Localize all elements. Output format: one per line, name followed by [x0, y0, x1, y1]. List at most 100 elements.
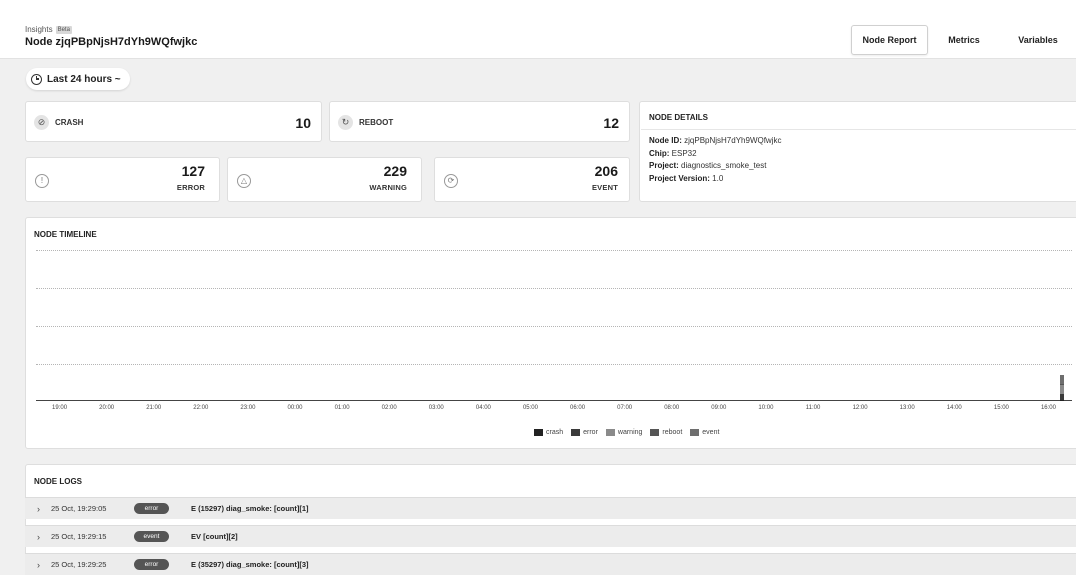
clock-icon: [31, 73, 42, 85]
node-logs-heading: NODE LOGS: [34, 477, 83, 486]
grid-line: [36, 250, 1072, 251]
time-range-label: Last 24 hours ~: [47, 73, 121, 85]
detail-chip: Chip: ESP32: [649, 149, 697, 158]
log-message: E (15297) diag_smoke: [count][1]: [191, 504, 309, 513]
x-tick-label: 11:00: [805, 405, 821, 411]
grid-line: [36, 364, 1072, 365]
x-tick-label: 12:00: [852, 405, 868, 411]
warning-card: △ 229 WARNING: [227, 157, 422, 202]
x-tick-label: 04:00: [475, 405, 491, 411]
event-icon: ⟳: [444, 174, 458, 188]
crash-count: 10: [295, 115, 311, 131]
reboot-icon: ↻: [338, 115, 353, 130]
warning-icon: △: [237, 174, 251, 188]
reboot-card: ↻ REBOOT 12: [329, 101, 630, 142]
crash-card: ⊘ CRASH 10: [25, 101, 322, 142]
x-tick-label: 22:00: [193, 405, 209, 411]
bar-reboot[interactable]: [1060, 383, 1064, 385]
reboot-count: 12: [603, 115, 619, 131]
bar-warning[interactable]: [1060, 384, 1064, 395]
legend-item-warning[interactable]: warning: [605, 429, 643, 436]
x-tick-label: 08:00: [664, 405, 680, 411]
x-axis: [36, 400, 1072, 401]
x-tick-label: 10:00: [758, 405, 774, 411]
node-details-heading: NODE DETAILS: [649, 113, 708, 122]
event-card: ⟳ 206 EVENT: [434, 157, 630, 202]
crash-label: CRASH: [55, 118, 84, 127]
x-tick-label: 20:00: [99, 405, 115, 411]
x-tick-label: 16:00: [1040, 405, 1056, 411]
error-icon: !: [35, 174, 49, 188]
tab-variables[interactable]: Variables: [1000, 25, 1076, 55]
chevron-right-icon[interactable]: ›: [37, 532, 45, 542]
chevron-right-icon[interactable]: ›: [37, 504, 45, 514]
page-title: Node zjqPBpNjsH7dYh9WQfwjkc: [25, 36, 198, 48]
event-label: EVENT: [591, 183, 618, 192]
warning-label: WARNING: [369, 183, 407, 192]
detail-node-id: Node ID: zjqPBpNjsH7dYh9WQfwjkc: [649, 136, 782, 145]
legend-label: error: [583, 429, 598, 436]
legend-label: reboot: [662, 429, 683, 436]
log-row[interactable]: › 25 Oct, 19:29:15 event EV [count][2]: [25, 525, 1076, 547]
beta-badge: Beta: [55, 25, 72, 34]
x-tick-label: 21:00: [146, 405, 162, 411]
log-timestamp: 25 Oct, 19:29:25: [51, 560, 107, 569]
bar-event[interactable]: [1060, 374, 1064, 384]
log-timestamp: 25 Oct, 19:29:15: [51, 532, 107, 541]
legend-swatch: [690, 429, 700, 436]
log-timestamp: 25 Oct, 19:29:05: [51, 504, 107, 513]
detail-value: diagnostics_smoke_test: [681, 161, 767, 170]
detail-value: ESP32: [671, 149, 697, 158]
x-tick-label: 00:00: [287, 405, 303, 411]
tab-node-report[interactable]: Node Report: [851, 25, 928, 55]
detail-key: Project Version:: [649, 174, 710, 183]
x-tick-label: 06:00: [570, 405, 586, 411]
legend-swatch: [650, 429, 660, 436]
event-count: 206: [594, 163, 618, 179]
x-tick-label: 02:00: [381, 405, 397, 411]
grid-line: [36, 288, 1072, 289]
time-range-dropdown[interactable]: Last 24 hours ~: [26, 68, 130, 90]
error-label: ERROR: [176, 183, 205, 192]
x-tick-label: 15:00: [993, 405, 1009, 411]
legend-label: warning: [617, 429, 643, 436]
legend-item-reboot[interactable]: reboot: [650, 429, 682, 436]
tab-metrics[interactable]: Metrics: [928, 25, 1000, 55]
page-header: Insights Beta Node zjqPBpNjsH7dYh9WQfwjk…: [0, 0, 1076, 59]
legend-swatch: [605, 429, 615, 436]
log-row[interactable]: › 25 Oct, 19:29:05 error E (15297) diag_…: [25, 497, 1076, 519]
log-message: EV [count][2]: [191, 532, 238, 541]
log-message: E (35297) diag_smoke: [count][3]: [191, 560, 309, 569]
detail-value: zjqPBpNjsH7dYh9WQfwjkc: [684, 136, 782, 145]
grid-line: [36, 326, 1072, 327]
x-tick-label: 07:00: [617, 405, 633, 411]
legend-item-crash[interactable]: crash: [534, 429, 563, 436]
x-tick-label: 09:00: [711, 405, 727, 411]
log-level-badge: event: [134, 531, 169, 542]
bar-error[interactable]: [1060, 394, 1064, 400]
node-timeline-heading: NODE TIMELINE: [34, 230, 97, 239]
x-tick-label: 19:00: [52, 405, 68, 411]
error-count: 127: [181, 163, 205, 179]
breadcrumb: Insights Beta: [25, 25, 72, 34]
tab-bar: Node Report Metrics Variables: [851, 25, 1076, 55]
log-level-badge: error: [134, 559, 169, 570]
legend-item-event[interactable]: event: [690, 429, 719, 436]
x-tick-label: 03:00: [428, 405, 444, 411]
error-card: ! 127 ERROR: [25, 157, 220, 202]
x-tick-label: 23:00: [240, 405, 256, 411]
legend-item-error[interactable]: error: [571, 429, 598, 436]
detail-key: Chip:: [649, 149, 670, 158]
log-row[interactable]: › 25 Oct, 19:29:25 error E (35297) diag_…: [25, 553, 1076, 575]
breadcrumb-insights[interactable]: Insights: [25, 25, 53, 34]
detail-value: 1.0: [712, 174, 724, 183]
divider: [641, 129, 1076, 130]
legend-label: event: [702, 429, 720, 436]
node-timeline-card: [25, 217, 1076, 449]
x-tick-label: 05:00: [522, 405, 538, 411]
reboot-label: REBOOT: [359, 118, 394, 127]
detail-key: Project:: [649, 161, 679, 170]
chevron-right-icon[interactable]: ›: [37, 560, 45, 570]
node-details-card: NODE DETAILS Node ID: zjqPBpNjsH7dYh9WQf…: [639, 101, 1076, 202]
detail-project: Project: diagnostics_smoke_test: [649, 161, 766, 170]
